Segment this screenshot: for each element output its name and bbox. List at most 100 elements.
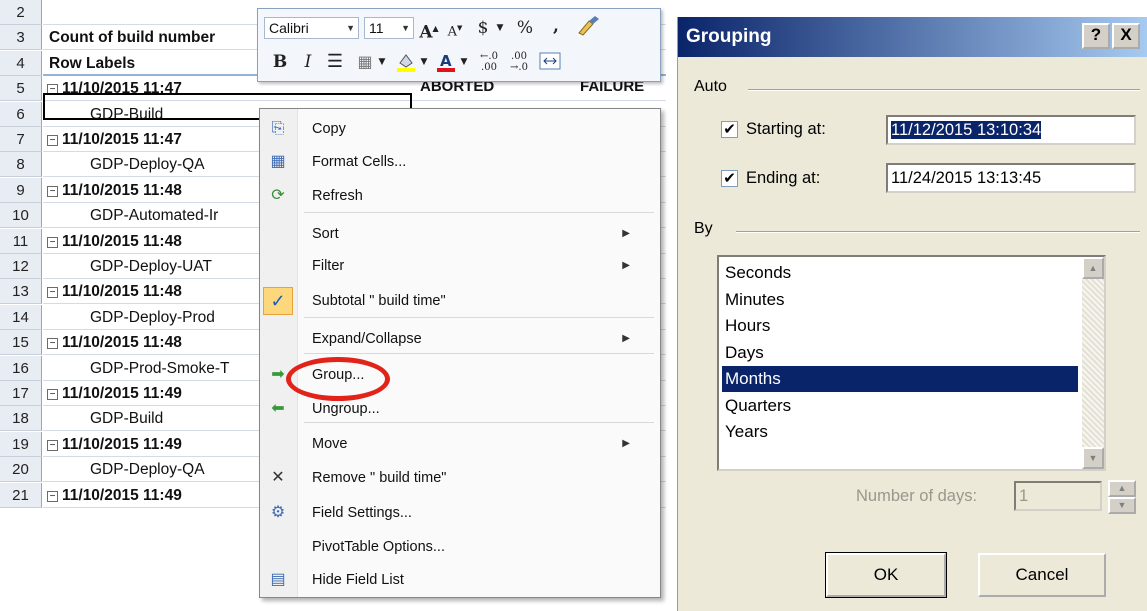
collapse-icon[interactable]: − [47, 237, 58, 248]
collapse-icon[interactable]: − [47, 389, 58, 400]
row-number[interactable]: 17 [0, 381, 42, 406]
ending-at-input[interactable]: 11/24/2015 13:13:45 [886, 163, 1136, 193]
by-option[interactable]: Seconds [722, 260, 1078, 286]
chevron-down-icon[interactable]: ▼ [401, 18, 410, 38]
menu-item-sort[interactable]: Sort ▶ [260, 217, 660, 251]
row-number[interactable]: 3 [0, 25, 42, 50]
row-number[interactable]: 16 [0, 356, 42, 381]
scroll-down-icon[interactable]: ▼ [1082, 447, 1104, 469]
row-number[interactable]: 19 [0, 432, 42, 457]
menu-item-subtotal-build-time[interactable]: ✓ Subtotal " build time" [260, 284, 660, 318]
menu-item-remove-build-time[interactable]: ✕ Remove " build time" [260, 461, 660, 495]
row-number[interactable]: 7 [0, 127, 42, 152]
italic-button[interactable]: I [298, 51, 318, 73]
decrease-decimal-icon[interactable]: .00 →.0 [506, 51, 532, 73]
row-number[interactable]: 13 [0, 279, 42, 304]
menu-item-field-settings[interactable]: ⚙ Field Settings... [260, 496, 660, 530]
row-number[interactable]: 14 [0, 305, 42, 330]
cell-text: GDP-Deploy-Prod [90, 309, 215, 326]
by-listbox[interactable]: ▲ ▼ Seconds Minutes Hours Days Months Quarter… [717, 255, 1106, 471]
font-color-icon[interactable]: A [434, 51, 458, 73]
by-group-label: By [694, 220, 719, 238]
row-number[interactable]: 2 [0, 0, 42, 25]
spin-down-icon[interactable]: ▼ [1108, 497, 1136, 514]
cancel-button[interactable]: Cancel [978, 553, 1106, 597]
svg-text:A: A [440, 52, 452, 70]
chevron-down-icon[interactable]: ▼ [418, 51, 430, 73]
format-cells-icon: ▦ [270, 153, 286, 170]
comma-button[interactable]: , [548, 15, 564, 37]
collapse-icon[interactable]: − [47, 287, 58, 298]
menu-item-label: Expand/Collapse [312, 331, 422, 347]
by-option[interactable]: Hours [722, 313, 1078, 339]
cell-text: 11/10/2015 11:48 [62, 283, 182, 300]
borders-icon[interactable]: ▦ [354, 51, 376, 73]
menu-item-expand-collapse[interactable]: Expand/Collapse ▶ [260, 322, 660, 356]
by-option[interactable]: Months [722, 366, 1078, 392]
grow-font-button[interactable]: A▲ [418, 17, 440, 43]
by-option[interactable]: Days [722, 340, 1078, 366]
font-size-box[interactable]: 11 ▼ [364, 17, 414, 39]
chevron-down-icon[interactable]: ▼ [346, 18, 355, 38]
ok-button[interactable]: OK [825, 552, 947, 598]
by-option[interactable]: Minutes [722, 287, 1078, 313]
collapse-icon[interactable]: − [47, 491, 58, 502]
copy-icon: ⎘ [271, 120, 285, 137]
row-number[interactable]: 12 [0, 254, 42, 279]
collapse-icon[interactable]: − [47, 338, 58, 349]
menu-item-move[interactable]: Move ▶ [260, 427, 660, 461]
row-number[interactable]: 11 [0, 229, 42, 254]
number-of-days-input[interactable]: 1 [1014, 481, 1102, 511]
spin-up-icon[interactable]: ▲ [1108, 480, 1136, 497]
menu-item-refresh[interactable]: ⟳ Refresh [260, 179, 660, 213]
submenu-arrow-icon: ▶ [622, 228, 630, 239]
chevron-down-icon[interactable]: ▼ [376, 51, 388, 73]
row-number[interactable]: 10 [0, 203, 42, 228]
increase-decimal-icon[interactable]: ←.0.00 [476, 51, 502, 73]
row-number[interactable]: 5 [0, 76, 42, 101]
menu-item-filter[interactable]: Filter ▶ [260, 249, 660, 283]
menu-item-hide-field-list[interactable]: ▤ Hide Field List [260, 563, 660, 597]
help-button[interactable]: ? [1082, 23, 1110, 49]
merge-center-icon[interactable] [538, 51, 562, 73]
collapse-icon[interactable]: − [47, 135, 58, 146]
by-option[interactable]: Years [722, 419, 1078, 445]
scroll-up-icon[interactable]: ▲ [1082, 257, 1104, 279]
row-number[interactable]: 4 [0, 51, 42, 76]
font-name-box[interactable]: Calibri ▼ [264, 17, 359, 39]
row-number[interactable]: 8 [0, 152, 42, 177]
chevron-down-icon[interactable]: ▼ [494, 17, 506, 39]
menu-item-label: Field Settings... [312, 505, 412, 521]
collapse-icon[interactable]: − [47, 440, 58, 451]
row-number[interactable]: 9 [0, 178, 42, 203]
ungroup-arrow-icon: ⬅ [271, 400, 285, 417]
row-number[interactable]: 18 [0, 406, 42, 431]
collapse-icon[interactable]: − [47, 186, 58, 197]
currency-button[interactable]: $ [474, 17, 492, 39]
center-align-icon[interactable]: ☰ [324, 51, 346, 73]
format-painter-icon[interactable] [574, 15, 602, 37]
starting-at-input[interactable]: 11/12/2015 13:10:34 [886, 115, 1136, 145]
shrink-font-button[interactable]: A▼ [444, 17, 466, 39]
ending-at-checkbox[interactable]: ✔ [721, 170, 738, 187]
listbox-scrollbar[interactable]: ▲ ▼ [1082, 257, 1104, 469]
grouping-dialog: Grouping ? X Auto ✔ Starting at: 11/12/2… [677, 17, 1147, 611]
starting-at-checkbox[interactable]: ✔ [721, 121, 738, 138]
fill-color-icon[interactable] [394, 51, 418, 73]
ending-at-label: Ending at: [746, 169, 821, 187]
menu-item-format-cells[interactable]: ▦ Format Cells... [260, 145, 660, 179]
row-number[interactable]: 21 [0, 483, 42, 508]
row-number[interactable]: 20 [0, 457, 42, 482]
chevron-down-icon[interactable]: ▼ [458, 51, 470, 73]
by-option[interactable]: Quarters [722, 393, 1078, 419]
menu-item-label: Remove " build time" [312, 470, 447, 486]
row-number[interactable]: 15 [0, 330, 42, 355]
bold-button[interactable]: B [270, 51, 290, 73]
percent-button[interactable]: % [514, 17, 536, 39]
row-number[interactable]: 6 [0, 102, 42, 127]
menu-item-copy[interactable]: ⎘ Copy [260, 112, 660, 146]
close-button[interactable]: X [1112, 23, 1140, 49]
cell-text: GDP-Deploy-QA [90, 156, 205, 173]
cell-text: 11/10/2015 11:47 [62, 131, 182, 148]
menu-item-pivottable-options[interactable]: PivotTable Options... [260, 530, 660, 564]
